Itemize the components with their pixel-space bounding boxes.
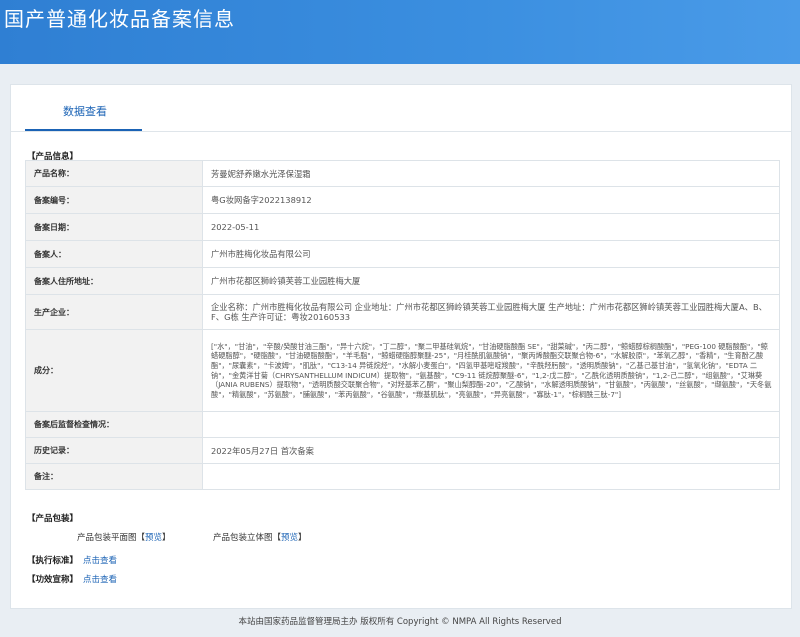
row-label: 产品名称： (25, 160, 203, 187)
table-row: 备注： (25, 463, 780, 490)
efficacy-heading: 【功效宣称】 点击查看 (27, 575, 117, 585)
history-value: 2022年05月27日 首次备案 (202, 437, 780, 464)
row-label: 备案编号： (25, 186, 203, 214)
row-label: 备案人： (25, 240, 203, 268)
row-label: 成分： (25, 329, 203, 412)
ingredients-value: ["水"，"甘油"，"辛酸/癸酸甘油三酯"，"异十六烷"，"丁二醇"，"聚二甲基… (202, 329, 780, 412)
manufacturer-value: 企业名称：广州市胜梅化妆品有限公司 企业地址：广州市花都区狮岭镇芙蓉工业园胜梅大… (202, 294, 780, 330)
inspection-value (202, 411, 780, 438)
page-header: 国产普通化妆品备案信息 (0, 0, 800, 64)
table-row: 生产企业： 企业名称：广州市胜梅化妆品有限公司 企业地址：广州市花都区狮岭镇芙蓉… (25, 294, 780, 330)
tab-divider (11, 131, 791, 132)
row-label: 生产企业： (25, 294, 203, 330)
table-row: 产品名称： 芳曼妮舒养嫩水光泽保湿霜 (25, 160, 780, 187)
standard-view-link[interactable]: 点击查看 (83, 556, 117, 566)
table-row: 成分： ["水"，"甘油"，"辛酸/癸酸甘油三酯"，"异十六烷"，"丁二醇"，"… (25, 329, 780, 412)
packaging-stereo-label: 产品包装立体图 (213, 533, 273, 543)
packaging-stereo-preview-link[interactable]: 预览 (281, 533, 298, 543)
filer-value: 广州市胜梅化妆品有限公司 (202, 240, 780, 268)
packaging-flat-item: 产品包装平面图【预览】 (77, 533, 171, 543)
product-info-table: 产品名称： 芳曼妮舒养嫩水光泽保湿霜 备案编号： 粤G妆网备字202213891… (25, 160, 780, 490)
table-row: 备案人住所地址： 广州市花都区狮岭镇芙蓉工业园胜梅大厦 (25, 267, 780, 295)
efficacy-view-link[interactable]: 点击查看 (83, 575, 117, 585)
remarks-value (202, 463, 780, 490)
row-label: 备注： (25, 463, 203, 490)
filer-address-value: 广州市花都区狮岭镇芙蓉工业园胜梅大厦 (202, 267, 780, 295)
table-row: 历史记录： 2022年05月27日 首次备案 (25, 437, 780, 464)
row-label: 历史记录： (25, 437, 203, 464)
row-label: 备案日期： (25, 213, 203, 241)
tab-data-view[interactable]: 数据查看 (28, 103, 142, 119)
filing-number-value: 粤G妆网备字2022138912 (202, 186, 780, 214)
table-row: 备案人： 广州市胜梅化妆品有限公司 (25, 240, 780, 268)
footer: 本站由国家药品监督管理局主办 版权所有 Copyright © NMPA All… (238, 617, 562, 627)
row-label: 备案后监督检查情况： (25, 411, 203, 438)
table-row: 备案日期： 2022-05-11 (25, 213, 780, 241)
packaging-flat-preview-link[interactable]: 预览 (145, 533, 162, 543)
table-row: 备案后监督检查情况： (25, 411, 780, 438)
product-name-value: 芳曼妮舒养嫩水光泽保湿霜 (202, 160, 780, 187)
table-row: 备案编号： 粤G妆网备字2022138912 (25, 186, 780, 214)
packaging-heading: 【产品包装】 (27, 514, 79, 524)
page-title: 国产普通化妆品备案信息 (4, 7, 235, 31)
content-card: 数据查看 【产品信息】 产品名称： 芳曼妮舒养嫩水光泽保湿霜 备案编号： 粤G妆… (10, 84, 792, 609)
row-label: 备案人住所地址： (25, 267, 203, 295)
filing-date-value: 2022-05-11 (202, 213, 780, 241)
packaging-flat-label: 产品包装平面图 (77, 533, 137, 543)
standard-heading: 【执行标准】 点击查看 (27, 556, 117, 566)
packaging-stereo-item: 产品包装立体图【预览】 (213, 533, 307, 543)
